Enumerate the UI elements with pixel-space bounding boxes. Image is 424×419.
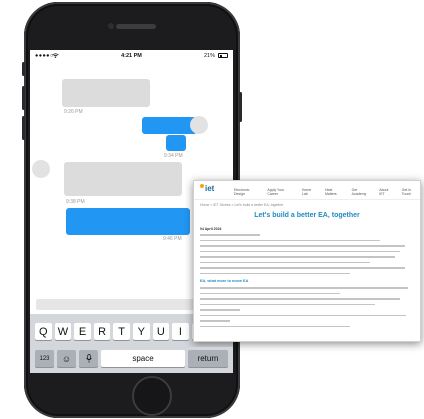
article-body: EA, what more to move EA — [200, 234, 412, 327]
power-button — [239, 92, 242, 122]
text-line — [200, 320, 230, 322]
key-r[interactable]: R — [93, 323, 111, 340]
iet-logo[interactable]: iet — [200, 184, 214, 193]
message-timestamp: 9:46 PM — [163, 236, 182, 242]
status-time: 4:21 PM — [121, 53, 142, 59]
volume-down-button — [22, 116, 25, 140]
key-i[interactable]: I — [172, 323, 189, 340]
space-key[interactable]: space — [101, 350, 185, 367]
nav-link[interactable]: Apply Your Career — [267, 188, 294, 196]
key-w[interactable]: W — [54, 323, 72, 340]
text-line — [200, 303, 375, 305]
text-line — [200, 325, 350, 327]
key-e[interactable]: E — [74, 323, 91, 340]
key-u[interactable]: U — [152, 323, 170, 340]
received-message-bubble[interactable] — [62, 79, 150, 107]
sent-message-bubble[interactable] — [142, 117, 197, 134]
user-avatar — [190, 116, 208, 134]
volume-up-button — [22, 86, 25, 110]
text-line — [200, 287, 408, 289]
nav-link[interactable]: About IET — [379, 188, 394, 196]
microphone-icon — [85, 354, 92, 363]
breadcrumb: Home > IET Stories > Let's build a bette… — [200, 203, 284, 207]
text-line — [200, 250, 400, 252]
key-y[interactable]: Y — [132, 323, 150, 340]
return-key[interactable]: return — [188, 350, 228, 367]
earpiece-speaker — [116, 24, 156, 29]
sent-message-bubble[interactable] — [66, 208, 190, 235]
text-line — [200, 245, 405, 247]
message-timestamp: 9:38 PM — [66, 199, 85, 205]
text-line — [200, 272, 350, 274]
section-subheading: EA, what more to move EA — [200, 279, 249, 283]
nav-link[interactable]: Get in Touch — [402, 188, 420, 196]
article-date: 04 April 2024 — [200, 227, 222, 231]
mic-key[interactable] — [79, 350, 98, 367]
site-nav: Electronic Design Apply Your Career Home L… — [234, 188, 420, 196]
numbers-key[interactable]: 123 — [35, 350, 54, 367]
received-message-bubble[interactable] — [64, 162, 182, 196]
nav-link[interactable]: Heat Matters — [325, 188, 344, 196]
nav-link[interactable]: Electronic Design — [234, 188, 259, 196]
battery-icon — [218, 53, 228, 58]
text-line — [200, 292, 340, 294]
text-line — [200, 261, 370, 263]
key-q[interactable]: Q — [35, 323, 52, 340]
message-timestamp: 9:26 PM — [64, 109, 83, 115]
page-title: Let's build a better EA, together — [254, 212, 360, 219]
text-line — [200, 239, 380, 241]
keyboard-bottom-row: 123 ☺ space return — [30, 347, 233, 373]
key-t[interactable]: T — [113, 323, 130, 340]
site-header: iet Electronic Design Apply Your Career Ho… — [194, 181, 420, 200]
text-line — [200, 256, 395, 258]
front-camera — [108, 23, 114, 29]
text-line — [200, 267, 405, 269]
battery-percent: 21% — [203, 53, 215, 59]
text-line — [200, 309, 240, 311]
emoji-key[interactable]: ☺ — [57, 350, 76, 367]
sent-message-bubble[interactable] — [166, 135, 186, 151]
contact-avatar — [32, 160, 50, 178]
nav-link[interactable]: Home Lab — [302, 188, 317, 196]
home-button[interactable] — [132, 376, 172, 416]
status-bar: ●●●●○ 4:21 PM 21% — [30, 50, 233, 62]
nav-link[interactable]: Get Academy — [352, 188, 372, 196]
text-line — [200, 298, 400, 300]
website-screenshot: iet Electronic Design Apply Your Career Ho… — [193, 180, 421, 342]
message-timestamp: 9:34 PM — [164, 153, 183, 159]
mute-switch — [22, 62, 25, 76]
text-line — [200, 314, 406, 316]
text-line — [200, 234, 260, 236]
